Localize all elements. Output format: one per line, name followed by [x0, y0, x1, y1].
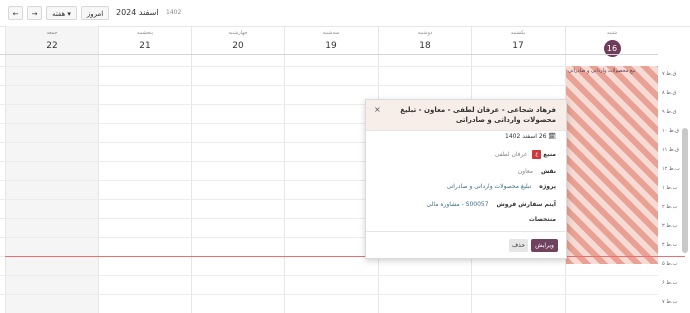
day-header: یکشنبه 17 — [472, 26, 564, 54]
hour-label: ۱۰ ق.ظ — [662, 128, 680, 134]
day-header: پنجشنبه 21 — [99, 26, 191, 54]
role-row: نقش معاون — [518, 168, 556, 175]
arrow-right-icon: → — [31, 10, 38, 18]
hour-line — [0, 66, 658, 67]
popover-title: فرهاد شجاعی - عرفان لطفی - معاون - تبلیغ… — [400, 106, 556, 124]
popover-date-row: 🗓 26 اسفند 1402 — [505, 133, 556, 140]
current-time-line — [5, 256, 685, 257]
day-number: 20 — [232, 41, 244, 51]
hour-label: ۲ ب.ظ — [662, 204, 678, 210]
calendar-icon: 🗓 — [548, 133, 556, 140]
hour-label: ۶ ب.ظ — [662, 280, 678, 286]
role-value: معاون — [517, 168, 534, 175]
popover-footer: ویرایش حذف — [366, 231, 566, 258]
calendar-year: 1402 — [166, 9, 182, 16]
previous-week-button[interactable]: ← — [8, 6, 23, 20]
day-header: دوشنبه 18 — [379, 26, 471, 54]
hour-label: ۹ ق.ظ — [662, 109, 677, 115]
day-name: دوشنبه — [417, 30, 433, 36]
hour-label: ۳ ب.ظ — [662, 223, 678, 229]
hour-line — [0, 85, 658, 86]
hour-label: ۴ ب.ظ — [662, 242, 678, 248]
role-label: نقش — [540, 168, 556, 175]
day-column[interactable]: پنجشنبه 21 — [98, 26, 191, 313]
day-column[interactable]: چهارشنبه 20 — [191, 26, 284, 313]
event-title: تیغ محصولات وارداتی و صادراتی — [568, 68, 636, 74]
hour-line — [0, 294, 658, 295]
calendar-event[interactable]: تیغ محصولات وارداتی و صادراتی — [566, 66, 658, 264]
delete-button[interactable]: حذف — [509, 239, 528, 252]
hour-label: ۷ ق.ظ — [662, 71, 677, 77]
header-divider — [0, 54, 658, 55]
day-header: شنبه 16 — [566, 26, 658, 57]
popover-header: فرهاد شجاعی - عرفان لطفی - معاون - تبلیغ… — [366, 100, 566, 131]
hour-label: ۵ ب.ظ — [662, 261, 678, 267]
edit-button[interactable]: ویرایش — [531, 239, 558, 252]
order-row: آیتم سفارش فروش S00057 - مشاوره مالی — [427, 201, 556, 208]
project-value[interactable]: تبلیغ محصولات وارداتی و صادراتی — [447, 183, 532, 190]
day-name: جمعه — [46, 30, 58, 36]
project-row: پروژه تبلیغ محصولات وارداتی و صادراتی — [447, 183, 556, 190]
day-name: سه‌شنبه — [322, 30, 340, 36]
today-button[interactable]: امروز — [81, 6, 109, 20]
hour-label: ۱ ب.ظ — [662, 185, 678, 191]
order-label: آیتم سفارش فروش — [496, 201, 556, 208]
resource-row: منبع ع عرفان لطفی — [495, 150, 556, 159]
day-name: چهارشنبه — [228, 30, 248, 36]
day-header: جمعه 22 — [6, 26, 98, 54]
day-column[interactable]: سه‌شنبه 19 — [284, 26, 377, 313]
day-header: سه‌شنبه 19 — [285, 26, 377, 54]
calendar-toolbar: ← → هفته ▾ امروز اسفند 2024 1402 — [0, 0, 690, 27]
day-name: شنبه — [607, 30, 617, 36]
day-number: 21 — [139, 41, 151, 51]
hour-label: ۷ ب.ظ — [662, 299, 678, 305]
close-icon[interactable]: × — [374, 105, 381, 114]
hour-label: ۱۱ ق.ظ — [662, 147, 680, 153]
order-value[interactable]: S00057 - مشاوره مالی — [427, 201, 489, 208]
view-select-button[interactable]: هفته ▾ — [46, 6, 77, 20]
hour-label: ۸ ق.ظ — [662, 90, 677, 96]
scrollbar[interactable] — [682, 128, 688, 253]
day-name: یکشنبه — [510, 30, 526, 36]
day-name: پنجشنبه — [136, 30, 154, 36]
day-column[interactable]: جمعه 22 — [5, 26, 98, 313]
avatar: ع — [532, 150, 542, 159]
calendar-title: اسفند 2024 — [116, 8, 159, 17]
day-number: 19 — [325, 41, 337, 51]
day-number: 18 — [419, 41, 431, 51]
arrow-left-icon: ← — [12, 10, 19, 18]
hour-line — [0, 275, 658, 276]
day-number: 22 — [46, 41, 58, 51]
resource-label: منبع — [543, 151, 556, 158]
allocated-label: منتخصات — [528, 216, 556, 223]
day-header: چهارشنبه 20 — [192, 26, 284, 54]
event-popover: فرهاد شجاعی - عرفان لطفی - معاون - تبلیغ… — [365, 99, 567, 259]
resource-value: عرفان لطفی — [494, 151, 528, 158]
project-label: پروژه — [539, 183, 556, 190]
day-number: 17 — [512, 41, 524, 51]
next-week-button[interactable]: → — [27, 6, 42, 20]
popover-date: 26 اسفند 1402 — [505, 133, 547, 140]
hour-label: ۱۲ ب.ظ — [662, 166, 680, 172]
